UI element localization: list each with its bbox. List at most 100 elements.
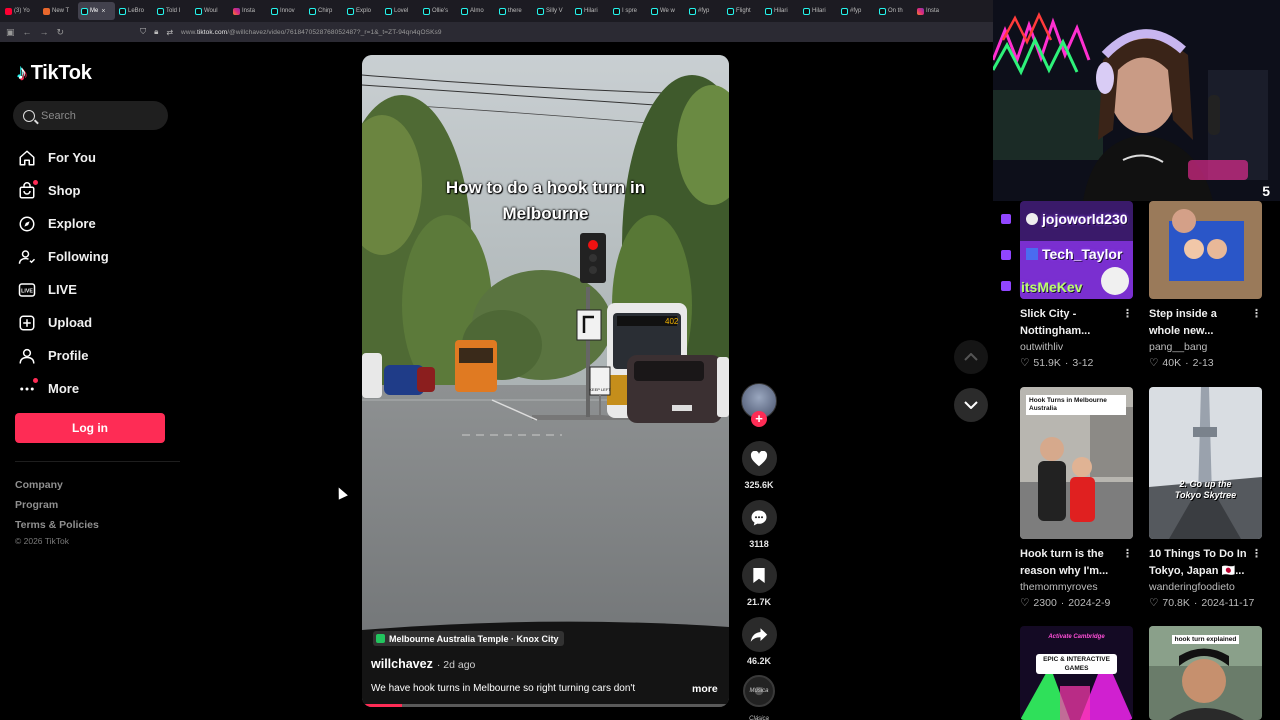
save-action[interactable]: 21.7K [740, 558, 778, 607]
browser-tab[interactable]: Insta [914, 2, 951, 20]
lock-icon[interactable]: 🔒︎ [154, 27, 158, 37]
location-tag[interactable]: Melbourne Australia Temple · Knox City [373, 631, 564, 646]
url-text[interactable]: www.tiktok.com/@willchavez/video/7618470… [181, 29, 442, 36]
webcam-overlay: 5 [993, 0, 1280, 201]
card-title[interactable]: Step inside a whole new... ⋮ [1149, 306, 1262, 340]
card-author[interactable]: themommyroves [1020, 580, 1133, 595]
card-title[interactable]: Hook turn is the reason why I'm... ⋮ [1020, 546, 1133, 580]
tiktok-logo[interactable]: ♪ TikTok [17, 62, 92, 85]
browser-tab[interactable]: (3) Yo [2, 2, 39, 20]
follow-plus-button[interactable]: + [751, 411, 767, 427]
browser-tab[interactable]: Flight [724, 2, 761, 20]
browser-tab[interactable]: Woul [192, 2, 229, 20]
search-input[interactable] [41, 109, 151, 122]
tab-favicon-icon [423, 7, 430, 15]
permissions-icon[interactable]: ⇄ [166, 28, 173, 37]
footer-link-program[interactable]: Program [15, 495, 99, 515]
browser-tab[interactable]: Me × [78, 2, 115, 20]
card-title[interactable]: 10 Things To Do In Tokyo, Japan 🇯🇵... ⋮ [1149, 546, 1262, 580]
nav-item-shop[interactable]: Shop [17, 174, 109, 207]
nav-item-upload[interactable]: Upload [17, 306, 109, 339]
browser-tab[interactable]: We w [648, 2, 685, 20]
webcam-scene [993, 0, 1280, 201]
browser-tab[interactable]: Ollie's [420, 2, 457, 20]
browser-tab[interactable]: Chirp [306, 2, 343, 20]
previous-video-button[interactable] [954, 340, 988, 374]
nav-item-profile[interactable]: Profile [17, 339, 109, 372]
video-thumbnail[interactable]: Activate Cambridge EPIC & INTERACTIVE GA… [1020, 626, 1133, 720]
recommended-card[interactable]: 2. Go up the Tokyo Skytree 10 Things To … [1149, 387, 1262, 611]
sidebar-toggle-icon[interactable]: ▣ [6, 27, 15, 38]
chat-overlay-name: jojoworld230 [1026, 211, 1128, 227]
card-author[interactable]: pang__bang [1149, 340, 1262, 355]
video-thumbnail[interactable]: hook turn explained [1149, 626, 1262, 720]
share-icon[interactable] [741, 617, 777, 652]
kebab-icon[interactable]: ⋮ [1122, 546, 1133, 563]
tab-label: LeBro [128, 8, 145, 14]
next-video-button[interactable] [954, 388, 988, 422]
login-button[interactable]: Log in [15, 413, 165, 443]
tracking-shield-icon[interactable]: ⛉ [140, 27, 146, 37]
browser-tab[interactable]: Innov [268, 2, 305, 20]
forward-icon[interactable]: → [40, 27, 49, 37]
nav-item-live[interactable]: LIVE LIVE [17, 273, 109, 306]
footer-link-terms[interactable]: Terms & Policies [15, 515, 99, 535]
tab-label: Hilari [812, 8, 826, 14]
browser-tab[interactable]: Hilari [762, 2, 799, 20]
description-more-button[interactable]: more [692, 683, 718, 695]
music-disc[interactable]: Música Clásica [743, 675, 775, 720]
comment-icon[interactable] [741, 500, 777, 535]
back-icon[interactable]: ← [23, 27, 32, 37]
browser-tab[interactable]: Hilari [572, 2, 609, 20]
tab-favicon-icon [233, 7, 240, 15]
video-thumbnail[interactable]: 2. Go up the Tokyo Skytree [1149, 387, 1262, 539]
browser-tab[interactable]: On th [876, 2, 913, 20]
browser-tab[interactable]: Explo [344, 2, 381, 20]
browser-tab[interactable]: there [496, 2, 533, 20]
browser-tab[interactable]: Insta [230, 2, 267, 20]
card-author[interactable]: wanderingfoodieto [1149, 580, 1262, 595]
browser-tab[interactable]: Silly V [534, 2, 571, 20]
share-action[interactable]: 46.2K [740, 617, 778, 666]
browser-tab[interactable]: Lovel [382, 2, 419, 20]
nav-item-for-you[interactable]: For You [17, 141, 109, 174]
browser-tab[interactable]: Almo [458, 2, 495, 20]
bookmark-icon[interactable] [741, 558, 777, 593]
recommended-card[interactable]: hook turn explained [1149, 626, 1262, 720]
browser-tab[interactable]: Hilari [800, 2, 837, 20]
video-progress-bar[interactable] [362, 704, 729, 707]
browser-tab[interactable]: #fyp [838, 2, 875, 20]
tab-favicon-icon [651, 7, 658, 15]
video-thumbnail[interactable] [1149, 201, 1262, 299]
author-name[interactable]: willchavez [371, 657, 433, 671]
recommended-card[interactable]: Activate Cambridge EPIC & INTERACTIVE GA… [1020, 626, 1133, 720]
footer-link-company[interactable]: Company [15, 475, 99, 495]
recommended-card[interactable]: Step inside a whole new... ⋮ pang__bang ♡… [1149, 201, 1262, 371]
kebab-icon[interactable]: ⋮ [1251, 546, 1262, 563]
nav-item-more[interactable]: More [17, 372, 109, 405]
tab-close-icon[interactable]: × [101, 8, 105, 15]
tab-label: Innov [280, 8, 295, 14]
nav-item-label: Shop [48, 183, 81, 198]
kebab-icon[interactable]: ⋮ [1251, 306, 1262, 323]
browser-tab[interactable]: LeBro [116, 2, 153, 20]
nav-item-following[interactable]: Following [17, 240, 109, 273]
recommended-card[interactable]: Hook Turns in Melbourne Australia Hook t… [1020, 387, 1133, 611]
heart-icon[interactable] [741, 441, 777, 476]
browser-tab[interactable]: New T [40, 2, 77, 20]
browser-tab[interactable]: #fyp [686, 2, 723, 20]
like-action[interactable]: 325.6K [740, 441, 778, 490]
video-thumbnail[interactable]: Hook Turns in Melbourne Australia [1020, 387, 1133, 539]
search-box[interactable] [13, 101, 168, 130]
comment-action[interactable]: 3118 [740, 500, 778, 549]
video-player[interactable]: 402 KEEP LEFT How to do a hook turn in M… [362, 55, 729, 707]
reload-icon[interactable]: ↻ [57, 27, 65, 38]
browser-tab[interactable]: Told I [154, 2, 191, 20]
card-author[interactable]: outwithliv [1020, 340, 1133, 355]
tab-label: Ollie's [432, 8, 449, 14]
card-title[interactable]: Slick City - Nottingham... ⋮ [1020, 306, 1133, 340]
nav-item-explore[interactable]: Explore [17, 207, 109, 240]
browser-tab[interactable]: I spre [610, 2, 647, 20]
kebab-icon[interactable]: ⋮ [1122, 306, 1133, 323]
tab-favicon-icon [5, 7, 12, 15]
